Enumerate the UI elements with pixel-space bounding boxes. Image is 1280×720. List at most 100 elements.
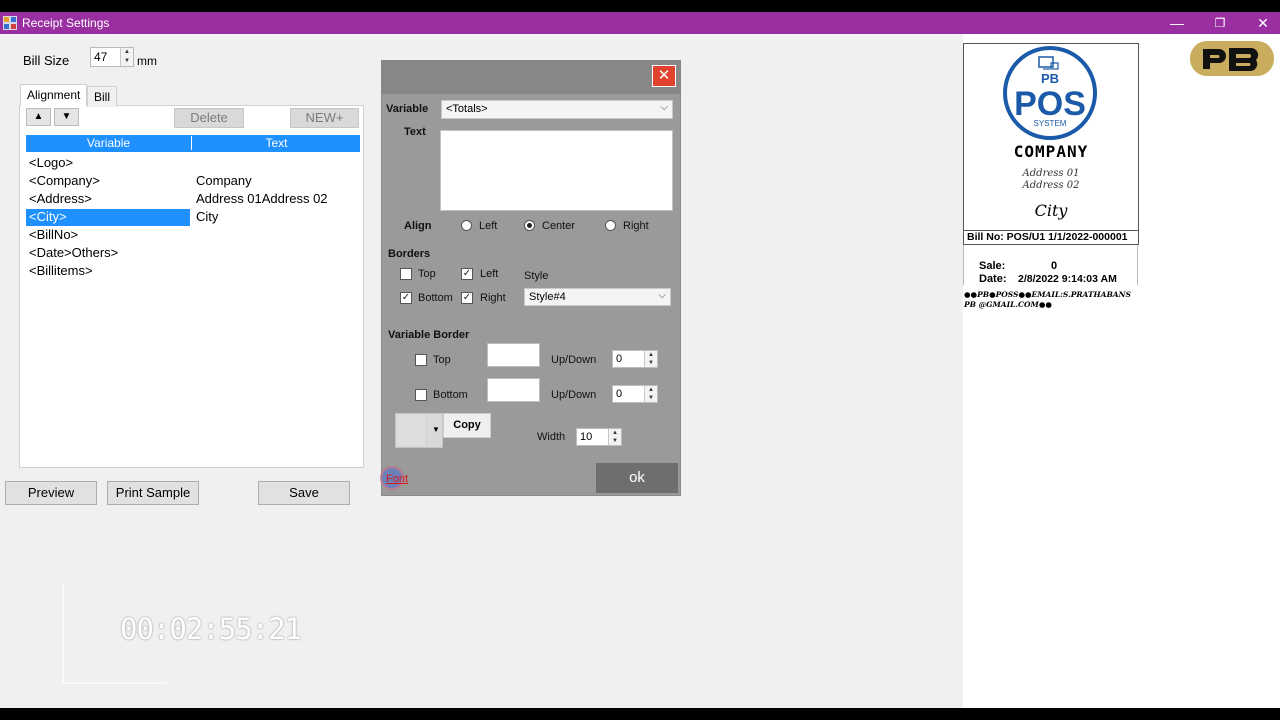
dialog-close-button[interactable]: ✕ (652, 65, 676, 87)
text-input[interactable] (440, 130, 673, 211)
chevron-down-icon[interactable]: ⌵ (660, 102, 668, 113)
row-variable[interactable]: <Logo> (29, 155, 193, 172)
tab-alignment[interactable]: Alignment (20, 84, 88, 106)
vb-bottom-updown-stepper[interactable]: 0 ▲ ▼ (612, 385, 658, 403)
delete-button[interactable]: Delete (174, 108, 244, 128)
spin-up-icon[interactable]: ▲ (121, 48, 133, 57)
bill-size-spin-buttons[interactable]: ▲ ▼ (120, 48, 133, 66)
font-link[interactable]: Font (386, 473, 408, 485)
ok-button[interactable]: ok (596, 463, 678, 493)
arrow-down-icon: ▼ (61, 111, 72, 122)
spin-buttons[interactable]: ▲ ▼ (644, 386, 657, 402)
color-picker[interactable]: ▼ (395, 413, 443, 448)
preview-button[interactable]: Preview (5, 481, 97, 505)
column-header-text[interactable]: Text (193, 136, 360, 150)
table-row[interactable]: <Billitems> (26, 262, 360, 280)
row-variable[interactable]: <Date>Others> (29, 245, 193, 262)
logo-system-text: SYSTEM (1034, 119, 1067, 128)
align-left-label[interactable]: Left (479, 220, 497, 232)
row-variable[interactable]: <Address> (29, 191, 193, 208)
border-top-checkbox[interactable] (400, 268, 412, 280)
vb-top-updown-value[interactable]: 0 (616, 353, 622, 365)
dropdown-arrow-icon[interactable]: ▼ (432, 425, 440, 434)
window-title: Receipt Settings (22, 16, 110, 30)
table-row[interactable]: <Company> Company (26, 172, 360, 190)
bill-size-unit: mm (137, 54, 157, 68)
borders-label: Borders (388, 248, 431, 260)
border-right-label[interactable]: Right (480, 292, 506, 304)
spin-buttons[interactable]: ▲ ▼ (608, 429, 621, 445)
move-up-button[interactable]: ▲ (26, 108, 51, 126)
spin-down-icon[interactable]: ▼ (609, 437, 621, 445)
bill-size-stepper[interactable]: 47 ▲ ▼ (90, 47, 134, 67)
chevron-down-icon[interactable]: ⌵ (658, 290, 666, 301)
table-row[interactable]: <Date>Others> (26, 244, 360, 262)
align-center-radio[interactable] (524, 220, 535, 231)
vb-top-updown-stepper[interactable]: 0 ▲ ▼ (612, 350, 658, 368)
row-variable[interactable]: <Billitems> (29, 263, 193, 280)
row-variable[interactable]: <City> (26, 209, 190, 226)
receipt-divider (963, 245, 964, 285)
logo-pos-text: POS (1014, 85, 1086, 123)
align-right-label[interactable]: Right (623, 220, 649, 232)
width-stepper[interactable]: 10 ▲ ▼ (576, 428, 622, 446)
spin-up-icon[interactable]: ▲ (645, 386, 657, 394)
spin-up-icon[interactable]: ▲ (609, 429, 621, 437)
vb-bottom-label[interactable]: Bottom (433, 389, 468, 401)
color-swatch[interactable] (397, 415, 427, 446)
border-right-checkbox[interactable]: ✓ (461, 292, 473, 304)
close-button[interactable]: ✕ (1248, 14, 1278, 32)
spin-down-icon[interactable]: ▼ (645, 394, 657, 402)
variable-select-value[interactable]: <Totals> (446, 103, 488, 115)
spin-up-icon[interactable]: ▲ (645, 351, 657, 359)
row-text[interactable]: Company (196, 173, 360, 188)
border-left-checkbox[interactable]: ✓ (461, 268, 473, 280)
receipt-address-2: Address 02 (1022, 180, 1080, 191)
table-row[interactable]: <Logo> (26, 154, 360, 172)
row-variable[interactable]: <BillNo> (29, 227, 193, 244)
table-row[interactable]: <BillNo> (26, 226, 360, 244)
spin-down-icon[interactable]: ▼ (645, 359, 657, 367)
row-text[interactable]: Address 01Address 02 (196, 191, 360, 206)
save-button[interactable]: Save (258, 481, 350, 505)
receipt-date-value: 2/8/2022 9:14:03 AM (1018, 273, 1117, 285)
border-left-label[interactable]: Left (480, 268, 498, 280)
vb-bottom-checkbox[interactable] (415, 389, 427, 401)
vb-bottom-color-box[interactable] (487, 378, 540, 402)
table-row[interactable]: <Address> Address 01Address 02 (26, 190, 360, 208)
vb-top-color-box[interactable] (487, 343, 540, 367)
vb-top-checkbox[interactable] (415, 354, 427, 366)
vb-top-label[interactable]: Top (433, 354, 451, 366)
minimize-button[interactable]: — (1162, 14, 1192, 32)
receipt-divider (1137, 245, 1138, 285)
width-value[interactable]: 10 (580, 431, 592, 443)
row-text[interactable]: City (196, 209, 360, 224)
copy-button[interactable]: Copy (443, 413, 491, 438)
print-sample-button[interactable]: Print Sample (107, 481, 199, 505)
table-row-selected[interactable]: <City> City (26, 208, 360, 226)
new-button[interactable]: NEW+ (290, 108, 359, 128)
align-right-radio[interactable] (605, 220, 616, 231)
tab-bill[interactable]: Bill (87, 86, 118, 107)
align-center-label[interactable]: Center (542, 220, 575, 232)
row-variable[interactable]: <Company> (29, 173, 193, 190)
variable-select[interactable]: <Totals> ⌵ (441, 100, 673, 119)
align-left-radio[interactable] (461, 220, 472, 231)
spin-buttons[interactable]: ▲ ▼ (644, 351, 657, 367)
border-bottom-checkbox[interactable]: ✓ (400, 292, 412, 304)
vb-bottom-updown-value[interactable]: 0 (616, 388, 622, 400)
logo-pb-text: PB (1041, 71, 1059, 86)
move-down-button[interactable]: ▼ (54, 108, 79, 126)
column-header-variable[interactable]: Variable (26, 136, 192, 150)
width-label: Width (537, 431, 566, 443)
spin-down-icon[interactable]: ▼ (121, 57, 133, 66)
border-top-label[interactable]: Top (418, 268, 436, 280)
receipt-city: City (1034, 201, 1068, 220)
style-select-value[interactable]: Style#4 (529, 291, 566, 303)
maximize-button[interactable]: ❐ (1205, 14, 1235, 32)
bill-size-value[interactable]: 47 (94, 50, 107, 64)
style-select[interactable]: Style#4 ⌵ (524, 288, 671, 306)
pos-system-logo: PB POS SYSTEM (1003, 46, 1097, 140)
border-bottom-label[interactable]: Bottom (418, 292, 453, 304)
receipt-date-label: Date: (979, 273, 1007, 285)
